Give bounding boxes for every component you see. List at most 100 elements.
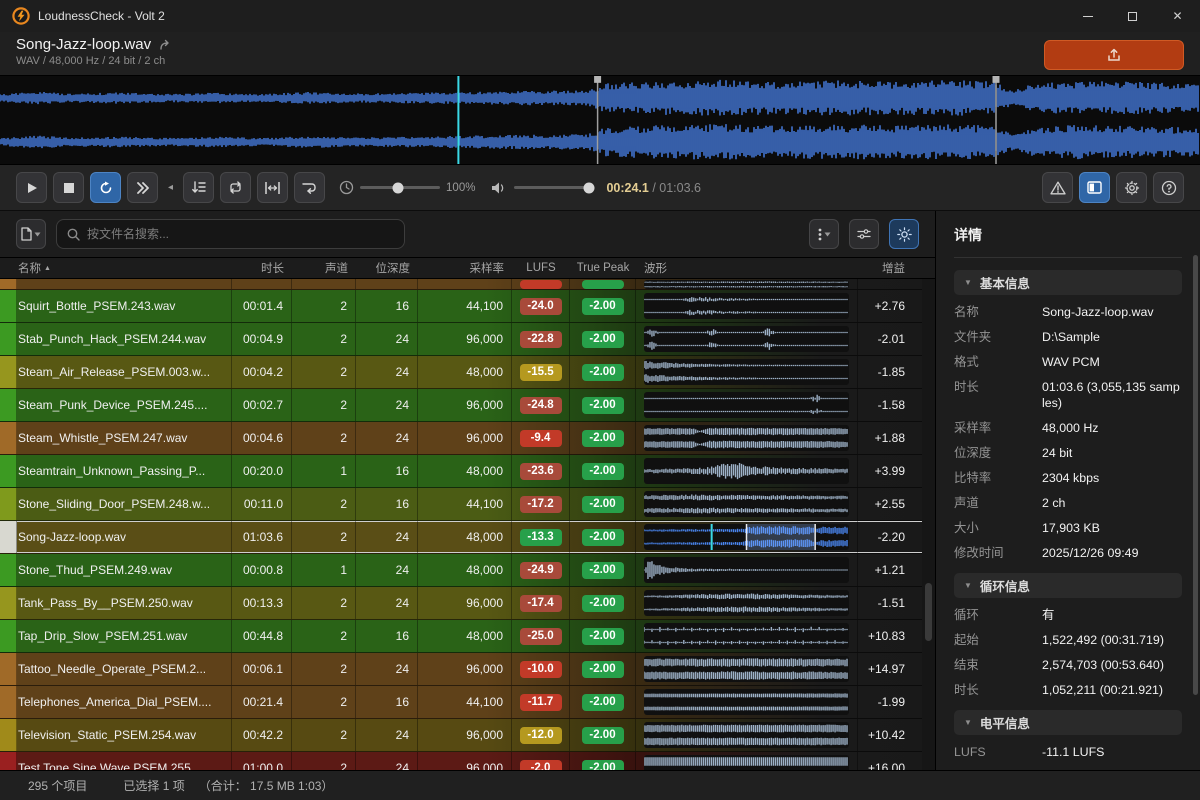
waveform-thumbnail — [644, 458, 849, 484]
cell-name: Tap_Drip_Slow_PSEM.251.wav — [10, 620, 232, 652]
table-row[interactable]: Song-Jazz-loop.wav01:03.622448,000-13.3-… — [0, 521, 935, 554]
column-header-声道[interactable]: 声道 — [292, 260, 356, 276]
sort-list-icon — [191, 181, 206, 194]
true-peak-badge: -2.00 — [582, 628, 624, 645]
column-header-名称[interactable]: 名称 ▲ — [10, 260, 232, 276]
file-icon — [21, 227, 32, 241]
open-external-icon[interactable] — [159, 39, 173, 51]
cell-gain: +10.83 — [858, 620, 913, 652]
cell-waveform — [636, 323, 858, 355]
cell-waveform — [636, 356, 858, 388]
warnings-button[interactable] — [1042, 172, 1073, 203]
cell-name: Song-Jazz-loop.wav — [10, 521, 232, 553]
true-peak-badge: -2.00 — [582, 463, 624, 480]
settings-button[interactable] — [1116, 172, 1147, 203]
export-button[interactable] — [1044, 40, 1184, 70]
stop-button[interactable] — [53, 172, 84, 203]
cell-lufs: -17.2 — [512, 488, 570, 520]
section-header[interactable]: ▼电平信息 — [954, 710, 1182, 735]
table-scrollbar[interactable] — [922, 279, 935, 770]
detail-field: 文件夹D:\Sample — [954, 329, 1182, 345]
cell-lufs: -24.8 — [512, 389, 570, 421]
loudness-analyze-toggle[interactable] — [889, 219, 919, 249]
table-row[interactable]: Steam_Punk_Device_PSEM.245....00:02.7224… — [0, 389, 935, 422]
details-panel: 详情 ▼基本信息名称Song-Jazz-loop.wav文件夹D:\Sample… — [935, 211, 1200, 770]
table-row[interactable]: Television_Static_PSEM.254.wav00:42.2224… — [0, 719, 935, 752]
waveform-thumbnail — [644, 359, 849, 385]
collapse-toolbar-icon[interactable]: ◂ — [164, 182, 177, 193]
column-header-True Peak[interactable]: True Peak — [570, 262, 636, 274]
table-row[interactable]: Stab_Punch_Hack_PSEM.244.wav00:04.922496… — [0, 323, 935, 356]
table-scrollbar-thumb[interactable] — [925, 583, 932, 641]
help-button[interactable] — [1153, 172, 1184, 203]
speed-slider-thumb[interactable] — [392, 182, 403, 193]
filter-settings-button[interactable] — [849, 219, 879, 249]
close-button[interactable]: ✕ — [1155, 0, 1200, 32]
column-header-波形[interactable]: 波形 — [636, 260, 858, 276]
more-options-button[interactable] — [809, 219, 839, 249]
cell-lufs: -9.4 — [512, 422, 570, 454]
waveform-thumbnail — [644, 491, 849, 517]
split-view-button[interactable] — [1079, 172, 1110, 203]
play-button[interactable] — [16, 172, 47, 203]
cell-sample-rate: 96,000 — [418, 389, 512, 421]
column-header-采样率[interactable]: 采样率 — [418, 260, 512, 276]
table-row[interactable]: Tattoo_Needle_Operate_PSEM.2...00:06.122… — [0, 653, 935, 686]
file-type-filter-button[interactable] — [16, 219, 46, 249]
waveform-thumbnail — [644, 689, 849, 715]
field-label: 循环 — [954, 607, 1042, 623]
current-file-specs: WAV / 48,000 Hz / 24 bit / 2 ch — [16, 55, 1044, 67]
speed-slider[interactable] — [360, 186, 440, 189]
table-row[interactable]: Telephones_America_Dial_PSEM....00:21.42… — [0, 686, 935, 719]
search-box[interactable] — [56, 219, 405, 249]
waveform-thumbnail — [644, 425, 849, 451]
column-header-LUFS[interactable]: LUFS — [512, 262, 570, 274]
true-peak-badge: -2.00 — [582, 760, 624, 771]
cell-lufs: -25.0 — [512, 620, 570, 652]
column-header-增益[interactable]: 增益 — [858, 260, 913, 276]
volume-slider[interactable] — [514, 186, 594, 189]
cell-waveform — [636, 719, 858, 751]
details-scrollbar-thumb[interactable] — [1193, 255, 1198, 695]
true-peak-badge: -2.00 — [582, 430, 624, 447]
cell-duration: 00:04.2 — [232, 356, 292, 388]
table-row[interactable]: Steam_Air_Release_PSEM.003.w...00:04.222… — [0, 356, 935, 389]
true-peak-badge: -2.00 — [582, 364, 624, 381]
volume-slider-thumb[interactable] — [583, 182, 594, 193]
maximize-button[interactable] — [1110, 0, 1155, 32]
table-row[interactable]: Stone_Sliding_Door_PSEM.248.w...00:11.02… — [0, 488, 935, 521]
search-input[interactable] — [87, 227, 394, 241]
table-row[interactable]: Steamtrain_Unknown_Passing_P...00:20.011… — [0, 455, 935, 488]
column-header-位深度[interactable]: 位深度 — [356, 260, 418, 276]
volume-icon[interactable] — [491, 181, 508, 195]
auto-follow-button[interactable] — [294, 172, 325, 203]
fast-forward-icon — [136, 182, 150, 194]
column-header-时长[interactable]: 时长 — [232, 260, 292, 276]
transport-bar: ◂ — [0, 165, 1200, 211]
table-row[interactable]: Tap_Drip_Slow_PSEM.251.wav00:44.821648,0… — [0, 620, 935, 653]
table-row[interactable]: Stone_Thud_PSEM.249.wav00:00.812448,000-… — [0, 554, 935, 587]
loop-playback-button[interactable] — [90, 172, 121, 203]
playlist-order-button[interactable] — [183, 172, 214, 203]
minimize-button[interactable] — [1065, 0, 1110, 32]
list-toolbar — [0, 211, 935, 257]
repeat-one-button[interactable] — [220, 172, 251, 203]
cell-lufs: -24.9 — [512, 554, 570, 586]
section-header[interactable]: ▼基本信息 — [954, 270, 1182, 295]
status-selection-total: （合计： 17.5 MB 1:03） — [199, 777, 334, 794]
lufs-badge: -11.7 — [520, 694, 562, 711]
table-row[interactable]: Steam_Whistle_PSEM.247.wav00:04.622496,0… — [0, 422, 935, 455]
skip-next-button[interactable] — [127, 172, 158, 203]
loop-icon — [99, 181, 113, 195]
cell-bit-depth: 16 — [356, 620, 418, 652]
fit-width-button[interactable] — [257, 172, 288, 203]
cell-gain: +2.76 — [858, 290, 913, 322]
waveform-display[interactable] — [0, 75, 1200, 165]
table-row[interactable]: Test Tone Sine Wave PSEM.255...01:00.022… — [0, 752, 935, 770]
waveform-thumbnail — [644, 280, 849, 289]
table-row-partial[interactable] — [0, 279, 935, 290]
lufs-badge: -2.0 — [520, 760, 562, 771]
section-header[interactable]: ▼循环信息 — [954, 573, 1182, 598]
table-row[interactable]: Squirt_Bottle_PSEM.243.wav00:01.421644,1… — [0, 290, 935, 323]
table-row[interactable]: Tank_Pass_By__PSEM.250.wav00:13.322496,0… — [0, 587, 935, 620]
